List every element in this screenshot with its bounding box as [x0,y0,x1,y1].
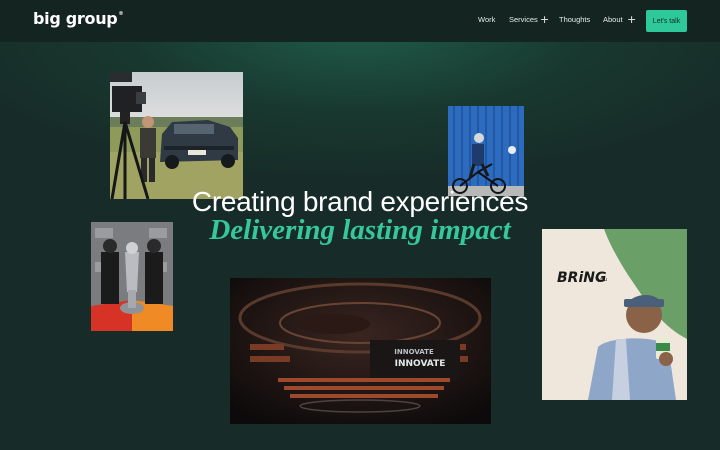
bring-photo: BRiNG you [542,229,687,400]
lets-talk-button[interactable]: Let's talk [646,10,687,32]
car-shoot-photo [110,72,243,199]
about-plus-icon[interactable]: + [627,13,636,26]
stage-photo: INNOVATE INNOVATE [230,278,491,424]
nav-item-work[interactable]: Work [478,15,495,24]
stage-screen-text-2: INNOVATE [395,359,446,369]
ebike-photo [448,106,524,196]
logo[interactable]: big group® [33,9,123,28]
top-nav: big group® Work Services + Thoughts Abou… [0,0,720,42]
nav-item-services[interactable]: Services [509,15,538,24]
stage-screen-text-1: INNOVATE [394,348,434,356]
nav-item-about[interactable]: About [603,15,623,24]
bring-you-text: you [598,277,607,283]
hero-subtitle: Delivering lasting impact [209,214,511,246]
nav-item-thoughts[interactable]: Thoughts [559,15,590,24]
services-plus-icon[interactable]: + [540,13,549,26]
